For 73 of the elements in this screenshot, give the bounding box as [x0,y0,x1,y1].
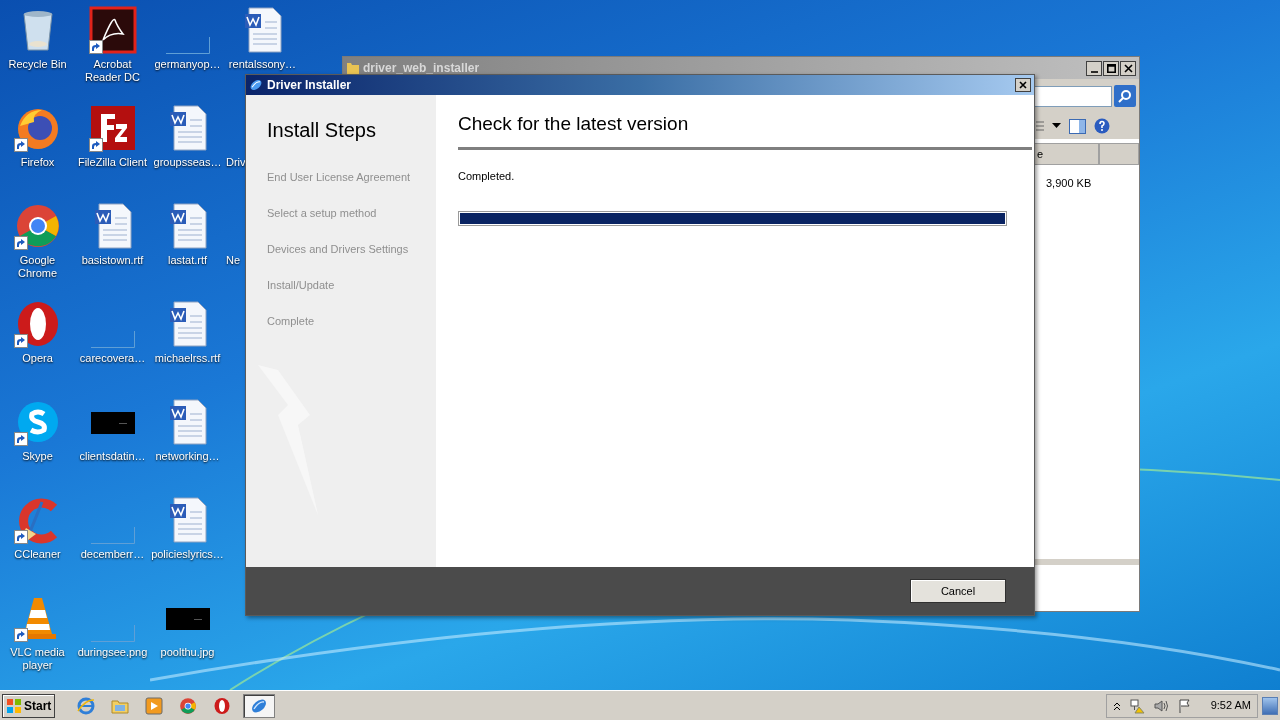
desktop-icon-label[interactable]: rentalssony… [228,58,297,71]
desktop-icon-label[interactable]: carecovera… [79,352,146,365]
volume-icon[interactable] [1152,697,1169,714]
network-icon[interactable] [1128,697,1145,714]
search-button[interactable] [1114,85,1136,107]
help-icon[interactable] [1094,118,1110,134]
window-title: driver_web_installer [363,60,480,77]
desktop-icon-label[interactable]: Driv [225,156,246,169]
desktop-icon-label[interactable]: michaelrss.rtf [154,352,221,365]
desktop-icon-label[interactable]: Google Chrome [0,254,75,280]
desktop-icon-label[interactable]: FileZilla Client [77,156,148,169]
windows-logo-icon [6,697,22,714]
column-header[interactable]: e [1034,143,1099,165]
start-button[interactable]: Start [2,693,56,718]
caret-icon[interactable] [1052,123,1061,129]
chrome-icon [179,696,198,715]
desktop-icon-label[interactable]: lastat.rtf [167,254,208,267]
cancel-button[interactable]: Cancel [910,579,1006,603]
blank-thumbnail-icon [90,527,135,544]
close-button[interactable] [1120,60,1136,76]
opera-icon [213,696,232,715]
status-text: Completed. [458,168,516,184]
step-label: End User License Agreement [267,170,412,185]
view-icon[interactable] [1036,120,1044,132]
sidebar-title: Install Steps [267,118,377,143]
desktop-icon-label[interactable]: policieslyrics… [151,548,224,561]
desktop-icon-label[interactable]: VLC media player [0,646,75,672]
blank-thumbnail-icon [90,625,135,642]
desktop-icon-label[interactable]: duringsee.png [77,646,148,659]
desktop-icon-label[interactable]: decemberr… [80,548,145,561]
horizontal-scrollbar[interactable] [1034,559,1139,565]
search-field[interactable] [1034,85,1112,107]
minimize-icon [1090,70,1098,73]
taskbar-button[interactable] [243,693,276,718]
desktop-icon-label[interactable]: basistown.rtf [81,254,144,267]
desktop-icon-label[interactable]: germanyop… [154,58,221,71]
desktop-icon-label[interactable]: Opera [22,352,53,365]
search-icon [1118,89,1132,103]
acrobat-icon [88,6,137,54]
desktop-icon-label[interactable]: groupsseas… [153,156,222,169]
blank-thumbnail-icon [90,331,135,348]
desktop-icon-label[interactable]: networking… [155,450,220,463]
close-icon [1018,80,1028,90]
preview-pane-icon[interactable] [1069,118,1086,134]
maximize-icon [1106,63,1116,73]
close-icon [1123,63,1133,73]
filezilla-icon [88,104,137,152]
maximize-button[interactable] [1103,60,1119,76]
clock[interactable]: 9:52 AM [1210,697,1251,714]
desktop-icon-label[interactable]: Ne [225,254,241,267]
internet-explorer-icon [77,696,96,715]
minimize-button[interactable] [1086,60,1102,76]
step-label: Install/Update [267,278,336,293]
close-button[interactable] [1015,78,1031,92]
desktop-icon-label[interactable]: clientsdatin… [79,450,146,463]
show-hidden-icons-icon[interactable] [1112,700,1121,711]
desktop-icon-label[interactable]: Acrobat Reader DC [75,58,150,84]
desktop-icon-label[interactable]: Firefox [20,156,55,169]
step-label: Complete [267,314,316,329]
window-title: Driver Installer [267,77,352,94]
media-player-icon [145,696,164,715]
installer-icon [249,78,263,92]
desktop-icon-label[interactable]: CCleaner [14,548,61,561]
desktop-icon-label[interactable]: Recycle Bin [8,58,67,71]
desktop-icon-label[interactable]: poolthu.jpg [160,646,215,659]
file-size-cell-text: 3,900 KB [1046,176,1092,191]
step-label: Devices and Drivers Settings [267,242,410,257]
desktop-icon-label[interactable]: Skype [22,450,53,463]
blank-thumbnail-icon [165,37,210,54]
page-heading: Check for the latest version [458,112,690,136]
step-label: Select a setup method [267,206,378,221]
flag-icon[interactable] [1176,697,1193,714]
show-desktop-button[interactable] [1262,696,1278,715]
